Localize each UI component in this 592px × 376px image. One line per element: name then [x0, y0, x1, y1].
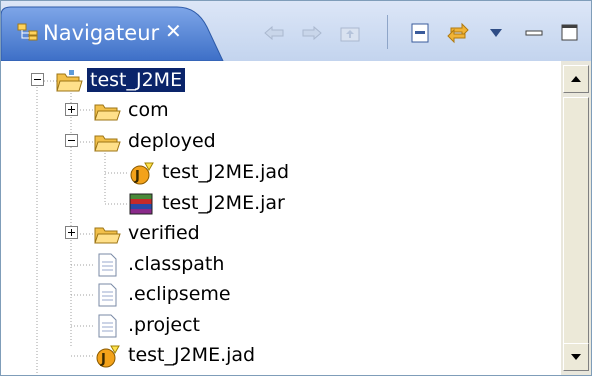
- minimize-icon: [525, 30, 543, 36]
- svg-text:J: J: [134, 169, 140, 184]
- tree-node-label: verified: [128, 222, 200, 244]
- collapse-toggle[interactable]: [65, 134, 78, 147]
- navigator-icon: [17, 23, 39, 41]
- link-with-editor-icon: [447, 22, 469, 44]
- scroll-up-button[interactable]: [563, 65, 589, 93]
- back-icon: [264, 25, 284, 41]
- tree-node-label: .classpath: [128, 253, 225, 275]
- collapse-all-button[interactable]: [405, 19, 435, 47]
- folder-icon: [93, 221, 121, 247]
- tree-node-classpath[interactable]: .classpath: [1, 250, 561, 280]
- tree-node-jar[interactable]: test_J2ME.jar: [1, 189, 561, 219]
- file-icon: [93, 252, 121, 278]
- close-icon[interactable]: ✕: [165, 19, 182, 43]
- navigator-view: Navigateur ✕ test_J2ME com deployed J te…: [0, 0, 592, 376]
- file-icon: [93, 313, 121, 339]
- tree-node-label: test_J2ME.jar: [162, 192, 285, 214]
- collapse-all-icon: [411, 23, 429, 43]
- scrollbar-thumb[interactable]: [563, 97, 589, 347]
- tree-node-label: .project: [128, 314, 200, 336]
- tree-node-label: test_J2ME: [85, 67, 187, 93]
- tree-node-com[interactable]: com: [1, 96, 561, 126]
- jar-archive-icon: [127, 191, 155, 217]
- tree-node-label: test_J2ME.jad: [128, 344, 256, 366]
- tree-node-verified[interactable]: verified: [1, 219, 561, 249]
- view-menu-button[interactable]: [481, 19, 511, 47]
- tree-node-label: deployed: [128, 130, 216, 152]
- vertical-scrollbar[interactable]: [561, 61, 591, 375]
- forward-button[interactable]: [297, 19, 327, 47]
- up-folder-icon: [340, 27, 360, 42]
- tree-node-label: test_J2ME.jad: [162, 161, 290, 183]
- minimize-button[interactable]: [519, 19, 549, 47]
- tree-node-jad[interactable]: J test_J2ME.jad: [1, 158, 561, 188]
- view-menu-icon: [490, 29, 502, 37]
- expand-toggle[interactable]: [65, 226, 78, 239]
- expand-toggle[interactable]: [65, 103, 78, 116]
- tree-node-root-jad[interactable]: J test_J2ME.jad: [1, 341, 561, 371]
- collapse-toggle[interactable]: [31, 73, 44, 86]
- forward-icon: [302, 25, 322, 41]
- file-icon: [93, 282, 121, 308]
- tree-node-label: .eclipseme: [128, 283, 231, 305]
- link-with-editor-button[interactable]: [443, 19, 473, 47]
- tree-node-label: com: [128, 99, 169, 121]
- navigator-tree: test_J2ME com deployed J test_J2ME.jad t…: [1, 61, 561, 375]
- tree-node-project[interactable]: .project: [1, 311, 561, 341]
- tab-title: Navigateur: [43, 21, 160, 45]
- scroll-down-button[interactable]: [563, 343, 589, 371]
- folder-icon: [93, 98, 121, 124]
- tree-node-deployed[interactable]: deployed: [1, 127, 561, 157]
- toolbar-separator: [387, 15, 388, 49]
- arrow-up-icon: [571, 76, 581, 82]
- back-button[interactable]: [259, 19, 289, 47]
- tab-navigateur[interactable]: Navigateur ✕: [1, 1, 231, 61]
- jad-file-icon: J: [93, 343, 121, 369]
- tree-node-root[interactable]: test_J2ME: [1, 66, 561, 96]
- arrow-down-icon: [571, 354, 581, 360]
- open-project-folder-icon: [55, 68, 83, 94]
- up-folder-button[interactable]: [335, 19, 365, 47]
- svg-text:J: J: [100, 352, 106, 367]
- open-folder-icon: [93, 129, 121, 155]
- tree-node-eclipseme[interactable]: .eclipseme: [1, 280, 561, 310]
- maximize-icon: [561, 24, 578, 41]
- view-tab-strip: Navigateur ✕: [1, 1, 591, 61]
- jad-file-icon: J: [127, 160, 155, 186]
- maximize-button[interactable]: [555, 19, 585, 47]
